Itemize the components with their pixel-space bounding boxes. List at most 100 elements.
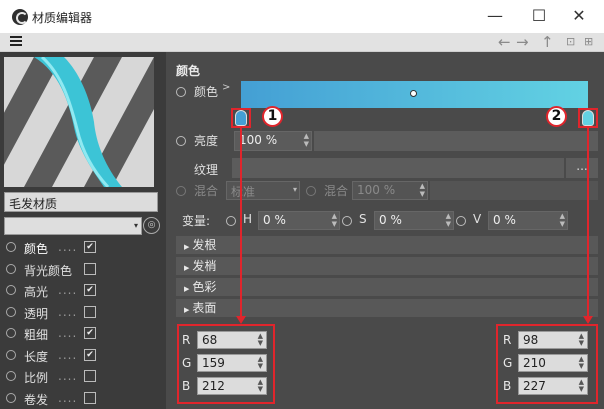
channel-anim-radio[interactable] <box>6 392 16 403</box>
channel-item[interactable]: 透明.... <box>6 303 156 323</box>
channel-item[interactable]: 背光颜色 <box>6 260 156 280</box>
hair-preview-image <box>4 57 154 187</box>
blend-label: 混合 <box>194 184 219 198</box>
right-r-field[interactable]: 98 ▲ ▼ <box>518 331 588 349</box>
channel-item[interactable]: 粗细.... ✔ <box>6 324 156 344</box>
channel-dots: .... <box>58 347 78 362</box>
channel-label: 长度 <box>24 349 49 364</box>
color-anim-radio[interactable] <box>176 87 186 97</box>
channel-anim-radio[interactable] <box>6 306 16 317</box>
h-anim-radio[interactable] <box>226 216 236 226</box>
g-label: G <box>503 356 513 370</box>
left-b-row: B 212 ▲ ▼ <box>179 376 273 396</box>
channel-anim-radio[interactable] <box>6 349 16 360</box>
blend-strength-slider <box>430 181 598 200</box>
callout-line-right <box>587 128 589 318</box>
channel-label: 颜色 <box>24 242 49 256</box>
right-g-row: G 210 ▲ ▼ <box>500 353 594 373</box>
callout-line-left <box>240 128 242 318</box>
expand-triangle-icon: ▶ <box>184 285 190 293</box>
forward-arrow-icon[interactable]: → <box>516 34 529 50</box>
left-b-field[interactable]: 212 ▲ ▼ <box>197 377 267 395</box>
channel-checkbox[interactable] <box>84 370 96 382</box>
expand-triangle-icon: ▶ <box>184 264 190 272</box>
channel-checkbox[interactable]: ✔ <box>84 284 96 296</box>
channel-checkbox[interactable] <box>84 305 96 318</box>
left-gradient-knot[interactable] <box>235 110 247 126</box>
right-knot-rgb-box: R 98 ▲ ▼ G 210 ▲ ▼ B 227 ▲ ▼ <box>496 324 598 404</box>
texture-slot[interactable] <box>232 158 564 178</box>
brightness-anim-radio[interactable] <box>176 136 186 146</box>
channel-dots: .... <box>58 304 78 319</box>
material-preview[interactable] <box>4 57 154 187</box>
brightness-label: 亮度 <box>194 134 219 148</box>
fold-label: 发梢 <box>192 259 217 273</box>
channel-anim-radio[interactable] <box>6 242 16 252</box>
back-arrow-icon[interactable]: ← <box>498 34 511 50</box>
s-field[interactable]: 0 % ▲ ▼ <box>374 211 454 230</box>
left-knot-rgb-box: R 68 ▲ ▼ G 159 ▲ ▼ B 212 ▲ ▼ <box>177 324 275 404</box>
h-field[interactable]: 0 % ▲ ▼ <box>258 211 340 230</box>
variation-label: 变量: <box>182 214 211 228</box>
g-label: G <box>182 356 192 370</box>
channel-anim-radio[interactable] <box>6 371 16 381</box>
channel-item[interactable]: 卷发.... <box>6 389 156 409</box>
channel-checkbox[interactable] <box>84 262 96 275</box>
channel-checkbox[interactable]: ✔ <box>84 348 96 361</box>
material-name-field[interactable]: 毛发材质 <box>4 192 158 212</box>
channel-label: 背光颜色 <box>24 263 73 278</box>
toolbar: ← → ↑ ⊡ ⊞ <box>0 33 604 52</box>
channel-label: 比例 <box>24 371 49 385</box>
channel-checkbox[interactable] <box>84 391 96 404</box>
channel-checkbox[interactable]: ✔ <box>84 327 96 339</box>
brightness-slider[interactable] <box>314 131 598 151</box>
hamburger-menu-icon[interactable] <box>10 36 22 48</box>
expand-arrow-icon[interactable]: > <box>222 82 230 93</box>
right-g-field[interactable]: 210 ▲ ▼ <box>518 354 588 372</box>
callout-arrowhead-right <box>583 316 593 324</box>
channel-filter-dropdown[interactable]: ▾ <box>4 217 142 235</box>
left-r-row: R 68 ▲ ▼ <box>179 330 273 350</box>
channel-item[interactable]: 比例.... <box>6 367 156 387</box>
left-g-field[interactable]: 159 ▲ ▼ <box>197 354 267 372</box>
expand-triangle-icon: ▶ <box>184 306 190 314</box>
lock-icon[interactable]: ⊡ <box>566 34 575 50</box>
new-window-icon[interactable]: ⊞ <box>584 34 593 50</box>
up-arrow-icon[interactable]: ↑ <box>541 34 554 50</box>
cinema4d-app-icon <box>12 9 28 25</box>
channel-item[interactable]: 长度.... ✔ <box>6 346 156 366</box>
fold-label: 发根 <box>192 238 217 252</box>
brightness-field[interactable]: 100 % ▲ ▼ <box>234 131 312 151</box>
callout-number-1: 1 <box>262 106 283 127</box>
channel-anim-radio[interactable] <box>6 328 16 338</box>
blend-strength-field: 100 % ▲ ▼ <box>352 181 428 200</box>
channel-label: 卷发 <box>24 392 49 407</box>
h-label: H <box>243 212 253 226</box>
channel-checkbox[interactable]: ✔ <box>84 241 96 253</box>
right-b-field[interactable]: 227 ▲ ▼ <box>518 377 588 395</box>
left-r-field[interactable]: 68 ▲ ▼ <box>197 331 267 349</box>
channel-anim-radio[interactable] <box>6 263 16 274</box>
right-b-row: B 227 ▲ ▼ <box>500 376 594 396</box>
blend-anim-radio <box>176 186 186 196</box>
channel-label: 透明 <box>24 306 49 321</box>
channel-item[interactable]: 高光.... ✔ <box>6 281 156 301</box>
minimize-button[interactable]: — <box>480 4 510 28</box>
right-gradient-knot[interactable] <box>582 110 594 126</box>
color-gradient-bar[interactable] <box>241 81 588 108</box>
channel-dots: .... <box>58 369 78 383</box>
v-anim-radio[interactable] <box>456 216 466 226</box>
expand-triangle-icon: ▶ <box>184 243 190 251</box>
channel-dots: .... <box>58 240 78 254</box>
channel-anim-radio[interactable] <box>6 285 16 295</box>
s-anim-radio[interactable] <box>342 216 352 226</box>
channel-item[interactable]: 颜色.... ✔ <box>6 238 156 258</box>
close-button[interactable]: ✕ <box>564 4 594 28</box>
b-label: B <box>182 379 191 393</box>
texture-menu-button[interactable]: ... <box>566 158 598 178</box>
maximize-button[interactable]: ☐ <box>524 4 554 28</box>
v-field[interactable]: 0 % ▲ ▼ <box>488 211 568 230</box>
gradient-midpoint-handle[interactable] <box>410 90 417 97</box>
filter-target-icon[interactable]: ◎ <box>143 217 160 234</box>
blend-strength-anim-radio <box>306 186 316 196</box>
